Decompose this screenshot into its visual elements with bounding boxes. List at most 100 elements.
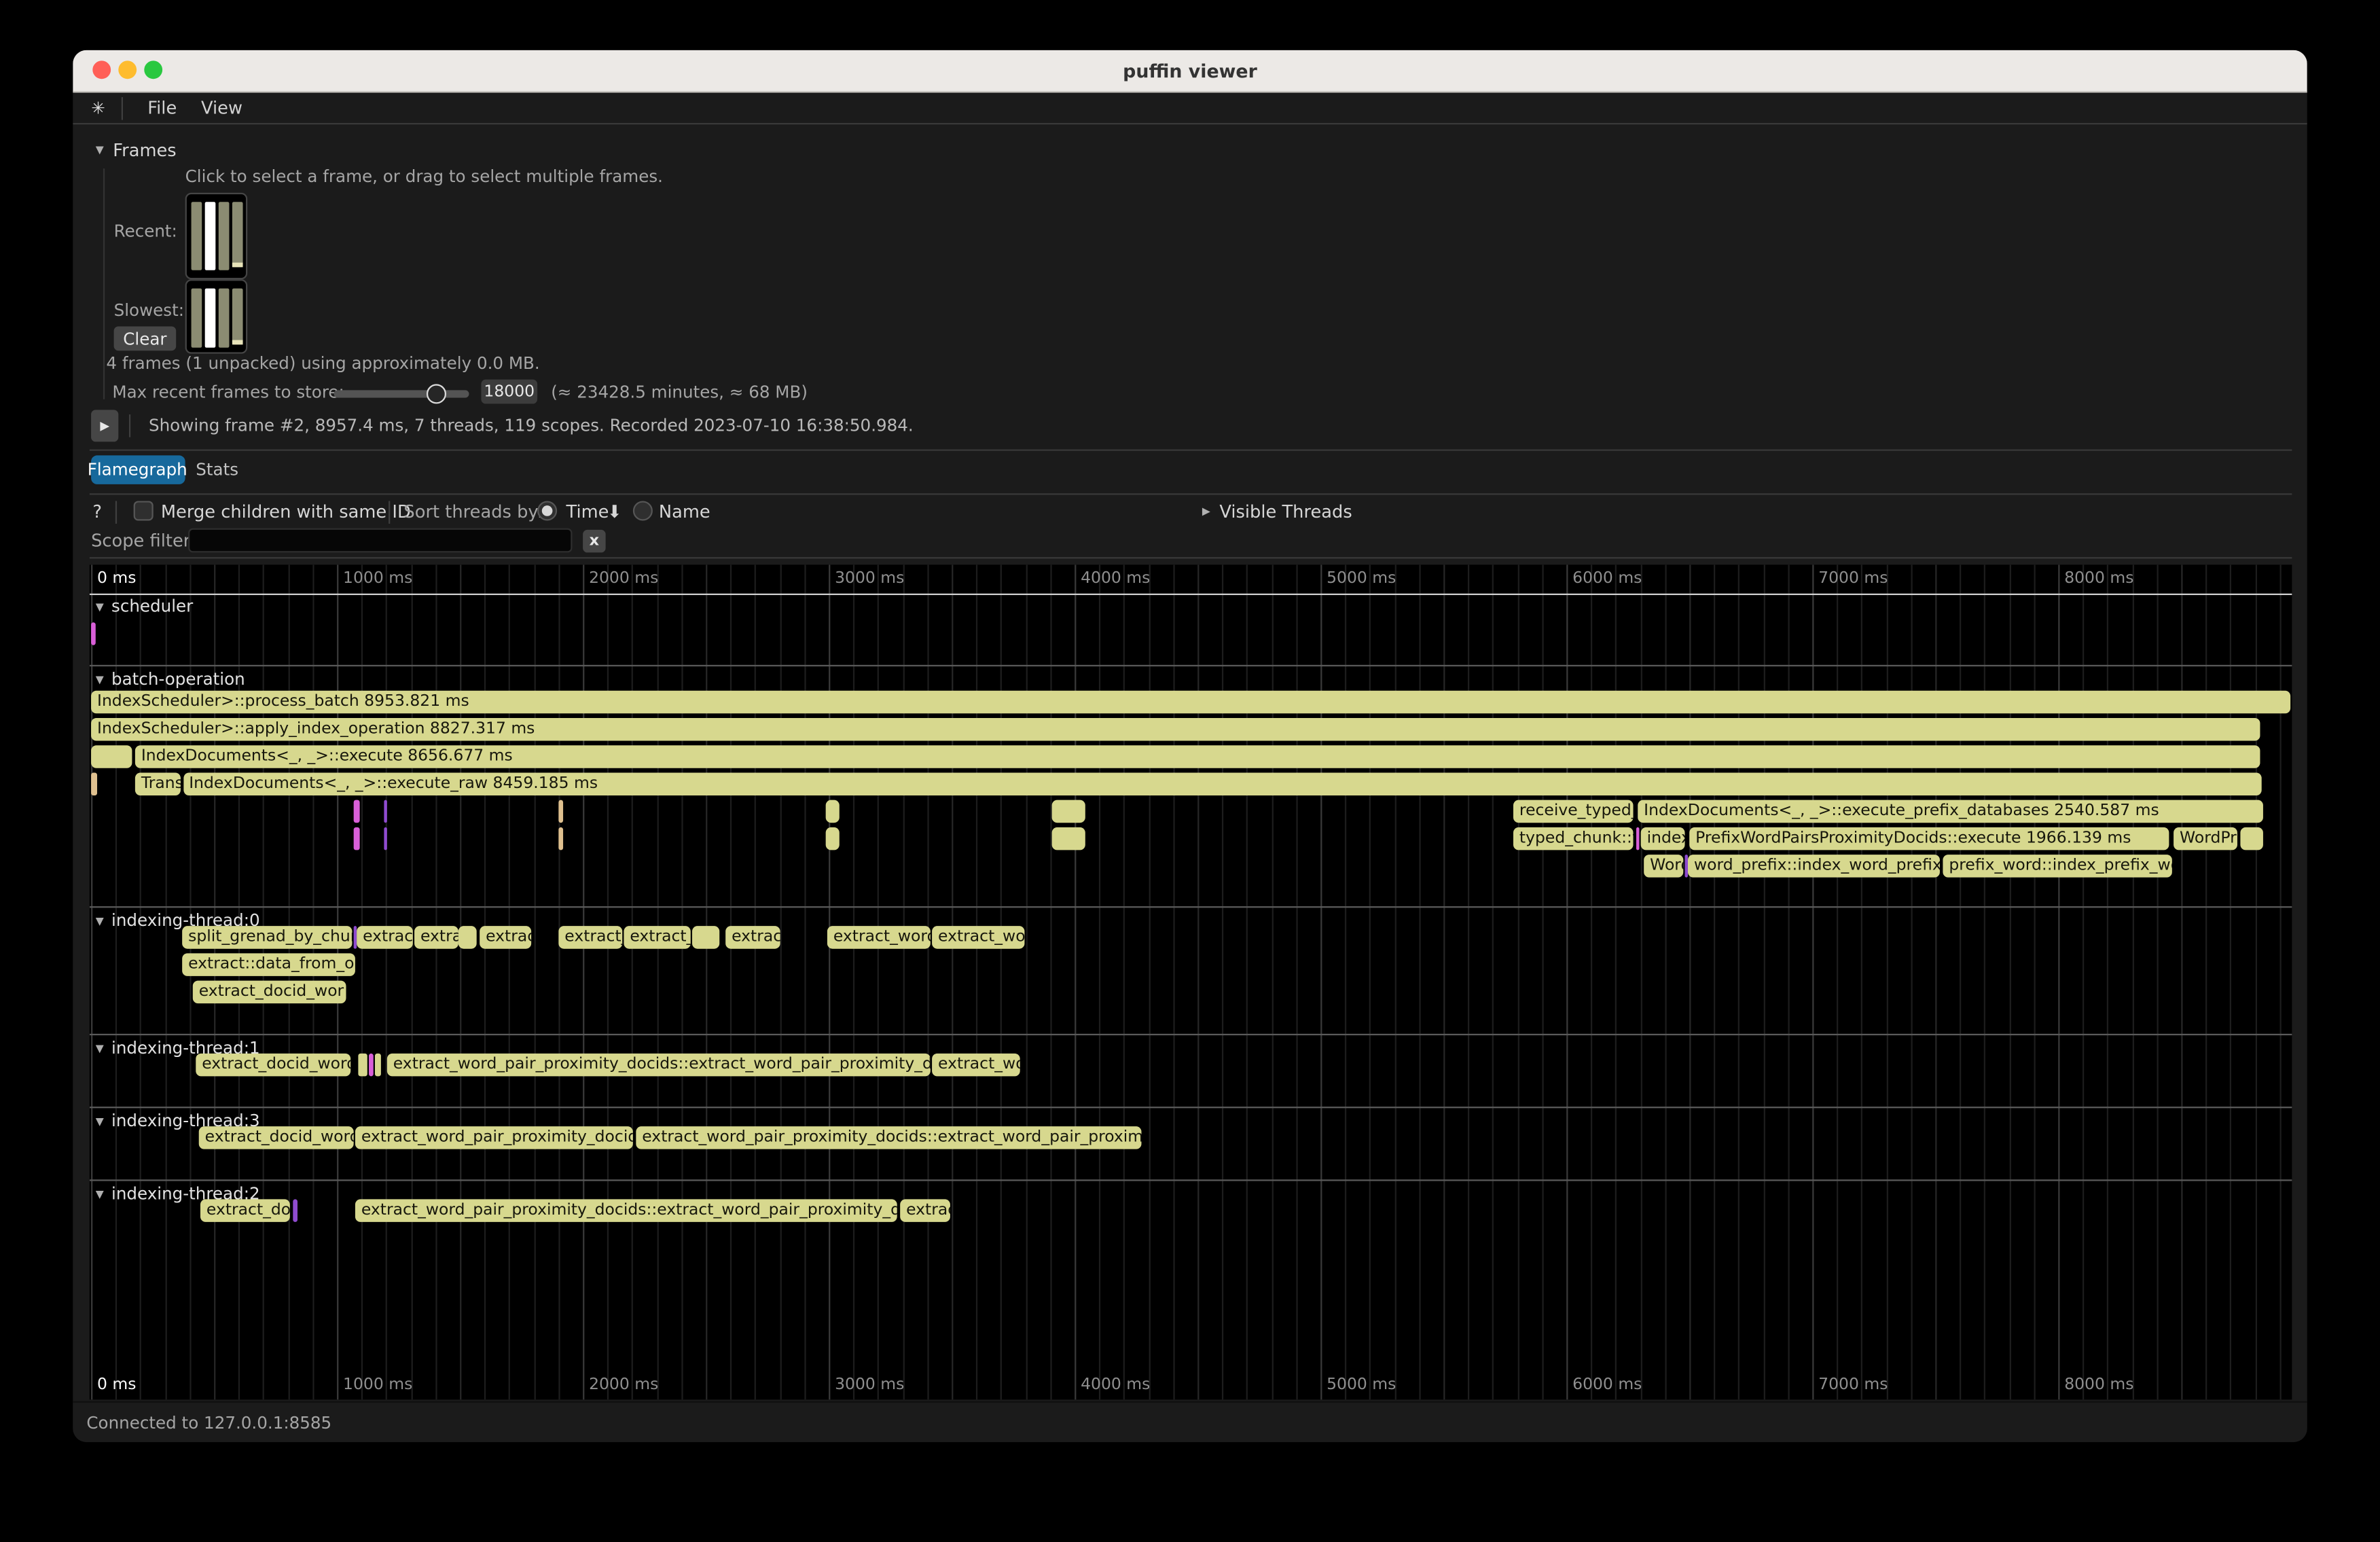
scope-bar[interactable] [91,745,132,768]
menu-file[interactable]: File [147,97,177,118]
scope-bar[interactable]: extract_word [827,926,931,949]
scope-bar[interactable] [384,800,386,823]
tab-stats[interactable]: Stats [196,460,238,480]
scope-bar[interactable]: receive_typed_ [1513,800,1634,823]
scope-bar[interactable]: extract_ [558,926,622,949]
slowest-frames-thumbnail[interactable] [185,279,248,354]
scope-bar[interactable] [826,800,840,823]
scope-bar[interactable]: extract::data_from_ob [182,953,355,976]
scope-bar[interactable]: extra [414,926,458,949]
scope-bar[interactable]: extract_word_pair_proximity_docids::extr… [355,1199,897,1222]
scope-bar[interactable] [91,622,96,645]
scope-bar[interactable]: extract_doc [200,1199,290,1222]
theme-toggle-icon[interactable]: ✳ [91,98,105,118]
grid-line [1296,564,1297,1399]
scope-bar[interactable] [458,926,477,949]
scope-bar[interactable]: IndexDocuments<_, _>::execute_raw 8459.1… [183,772,2260,795]
max-frames-slider-knob[interactable] [427,384,446,404]
scope-bar[interactable] [558,827,563,850]
scope-bar[interactable]: extract_word_pair_proximity_docids [355,1126,633,1149]
max-frames-value[interactable]: 18000 [481,380,537,404]
scope-bar[interactable] [558,800,563,823]
scope-bar[interactable]: word_prefix::index_word_prefix_ [1688,855,1940,878]
scope-bar[interactable]: extrac [900,1199,950,1222]
max-frames-slider[interactable] [334,390,469,397]
flamegraph-canvas[interactable]: 0 ms0 ms1000 ms1000 ms2000 ms2000 ms3000… [90,564,2292,1399]
sort-name-radio[interactable] [632,501,652,520]
frame-bar[interactable] [205,289,216,348]
scope-bar[interactable] [358,1054,367,1077]
scope-bar[interactable] [354,827,359,850]
zoom-window-button[interactable] [144,60,162,79]
sort-time-radio[interactable] [537,501,557,520]
scope-bar[interactable] [354,800,359,823]
scope-bar[interactable]: IndexScheduler>::apply_index_operation 8… [91,718,2260,741]
scope-bar[interactable] [826,827,840,850]
frame-bar[interactable] [232,289,243,345]
scope-bar[interactable] [692,926,719,949]
visible-threads-header[interactable]: ▶ Visible Threads [1202,501,1352,522]
thread-section-header[interactable]: ▼scheduler [96,596,194,616]
scope-bar[interactable] [1636,827,1639,850]
scope-bar[interactable]: extract_docid_wor [193,981,346,1004]
scope-bar[interactable]: IndexDocuments<_, _>::execute_prefix_dat… [1638,800,2263,823]
frame-bar[interactable] [205,202,216,270]
scope-bar[interactable]: extract_wo [932,926,1024,949]
frame-bar[interactable] [219,202,230,270]
close-window-button[interactable] [92,60,111,79]
scope-bar[interactable]: extract_docid_word [199,1126,354,1149]
scope-bar[interactable]: extract_word_pair_proximity_docids::extr… [387,1054,931,1077]
scope-bar[interactable] [384,827,386,850]
grid-line [1468,564,1469,1399]
clear-frames-button[interactable]: Clear [114,326,177,351]
scope-bar[interactable]: Trans [135,772,181,795]
scope-bar[interactable]: extract [725,926,780,949]
play-button[interactable]: ▶ [91,410,118,442]
scope-bar[interactable]: IndexDocuments<_, _>::execute 8656.677 m… [135,745,2260,768]
grid-line [1394,564,1396,1399]
ruler-tick-label: 3000 ms [835,1376,904,1394]
help-button[interactable]: ? [92,501,102,522]
thread-section-header[interactable]: ▼batch-operation [96,670,245,689]
scope-bar[interactable]: index [1641,827,1685,850]
menu-view[interactable]: View [201,97,242,118]
merge-children-checkbox[interactable] [134,501,154,520]
frame-bar[interactable] [192,289,202,348]
scope-bar[interactable] [1052,800,1085,823]
scope-bar[interactable]: extract [357,926,413,949]
collapse-triangle-icon: ▼ [96,1188,104,1200]
frame-bar[interactable] [192,202,202,270]
frame-bar[interactable] [232,202,243,267]
scope-bar[interactable]: Word [1644,855,1683,878]
clear-filter-button[interactable]: x [583,529,606,552]
scope-bar[interactable]: IndexScheduler>::process_batch 8953.821 … [91,691,2290,714]
scope-bar[interactable] [353,926,356,949]
frames-section-header[interactable]: ▼ Frames [96,140,177,161]
scope-bar[interactable] [1052,827,1085,850]
scope-bar[interactable] [292,1199,297,1222]
scope-bar[interactable]: typed_chunk::w [1513,827,1634,850]
scope-bar[interactable]: WordPr [2174,827,2237,850]
scope-bar[interactable] [91,772,96,795]
scope-filter-input[interactable] [188,528,572,553]
scope-bar[interactable]: extract_ [624,926,690,949]
scope-bar[interactable] [369,1054,374,1077]
scope-bar[interactable]: extract_docid_word [196,1054,350,1077]
scope-bar[interactable] [1684,855,1687,878]
scope-bar[interactable]: extract_word_pair_proximity_docids::extr… [636,1126,1141,1149]
scope-bar[interactable]: prefix_word::index_prefix_wo [1943,855,2171,878]
status-bar: Connected to 127.0.0.1:8585 [73,1401,2307,1442]
sort-descending-icon[interactable]: ⬇ [607,501,622,522]
minimize-window-button[interactable] [118,60,137,79]
recent-frames-thumbnail[interactable] [185,193,248,279]
scope-bar[interactable]: extract_wo [932,1054,1020,1077]
frame-bar[interactable] [219,289,230,348]
grid-line [1837,564,1838,1399]
sort-name-label: Name [659,501,710,522]
tab-flamegraph[interactable]: Flamegraph [90,455,185,484]
scope-bar[interactable] [375,1054,381,1077]
scope-bar[interactable] [2240,827,2263,850]
scope-bar[interactable]: PrefixWordPairsProximityDocids::execute … [1689,827,2169,850]
scope-bar[interactable]: extrac [480,926,531,949]
scope-bar[interactable]: split_grenad_by_chun [182,926,352,949]
